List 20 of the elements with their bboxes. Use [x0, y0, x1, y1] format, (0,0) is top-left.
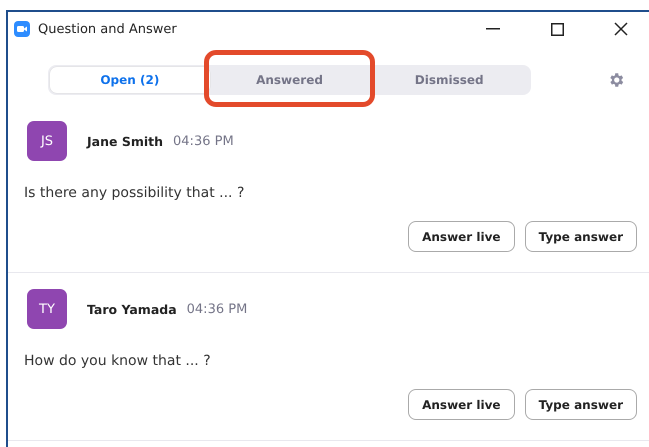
type-answer-button[interactable]: Type answer: [524, 221, 637, 252]
avatar: JS: [27, 121, 67, 161]
minimize-icon: [486, 28, 500, 30]
tab[interactable]: Answered: [210, 67, 370, 93]
answer-live-button[interactable]: Answer live: [408, 221, 515, 252]
app-icon: [14, 21, 30, 37]
close-icon: [614, 22, 628, 36]
question-text: How do you know that ... ?: [24, 353, 212, 369]
asker-name: Taro Yamada: [87, 302, 177, 316]
maximize-icon: [550, 22, 564, 36]
answer-live-button[interactable]: Answer live: [408, 389, 515, 420]
type-answer-button[interactable]: Type answer: [524, 389, 637, 420]
avatar: TY: [27, 289, 67, 329]
question-time: 04:36 PM: [186, 302, 248, 316]
tab[interactable]: Dismissed: [369, 67, 530, 93]
tab[interactable]: Open (2): [50, 67, 210, 93]
question-text: Is there any possibility that ... ?: [24, 185, 246, 201]
question-time: 04:36 PM: [173, 134, 234, 148]
asker-name: Jane Smith: [87, 134, 164, 148]
window-title: Question and Answer: [38, 22, 178, 36]
